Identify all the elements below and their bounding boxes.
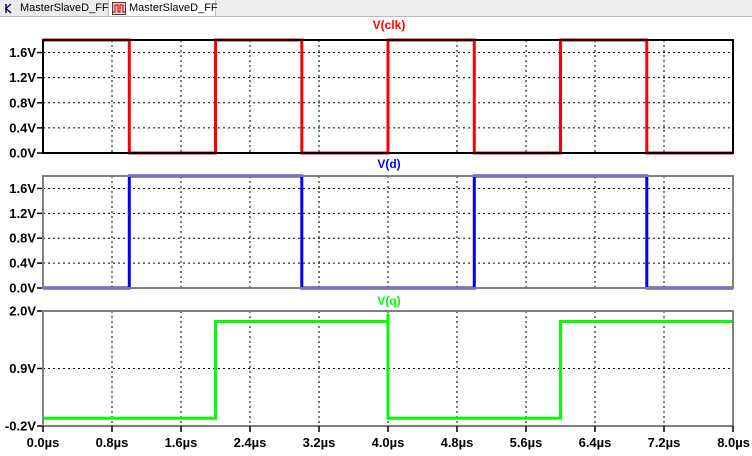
tab-bar: MasterSlaveD_FF MasterSlaveD_FF: [0, 0, 752, 17]
x-tick-label: 0.8µs: [96, 435, 129, 450]
trace-label-d[interactable]: V(d): [377, 157, 400, 171]
x-tick-label: 5.6µs: [510, 435, 543, 450]
y-tick-label: 1.2V: [9, 70, 36, 85]
x-tick-label: 6.4µs: [579, 435, 612, 450]
trace-label-q[interactable]: V(q): [377, 294, 400, 308]
y-tick-label: -0.2V: [5, 419, 36, 434]
tab-label: MasterSlaveD_FF: [129, 2, 218, 14]
y-tick-label: 0.0V: [9, 281, 36, 296]
x-axis: 0.0µs 0.8µs 1.6µs 2.4µs 3.2µs 4.0µs 4.8µs 5.6µs…: [27, 426, 750, 450]
x-tick-label: 2.4µs: [234, 435, 267, 450]
x-tick-label: 8.0µs: [717, 435, 750, 450]
x-tick-label: 4.0µs: [372, 435, 405, 450]
y-tick-label: 2.0V: [9, 304, 36, 319]
trace-clk[interactable]: [43, 38, 733, 155]
y-axis-clk: 1.6V 1.2V 0.8V 0.4V 0.0V: [9, 45, 43, 161]
waveform-icon: [112, 1, 126, 15]
x-tick-label: 7.2µs: [648, 435, 681, 450]
grid-d: [43, 176, 733, 288]
trace-label-clk[interactable]: V(clk): [373, 18, 406, 32]
y-axis-d: 1.6V 1.2V 0.8V 0.4V 0.0V: [9, 181, 43, 296]
plot-q[interactable]: V(q) 2.0V 0.9V -0.2V: [5, 294, 734, 434]
y-tick-label: 0.8V: [9, 95, 36, 110]
waveform-viewer[interactable]: V(clk) 1.6V 1.2V 0.8V 0.4V 0.0V V(d) 1.6V 1.2…: [0, 17, 752, 456]
schematic-icon: [3, 2, 17, 15]
y-tick-label: 0.4V: [9, 256, 36, 271]
y-tick-label: 1.6V: [9, 45, 36, 60]
trace-q[interactable]: [43, 313, 733, 420]
plot-clk[interactable]: V(clk) 1.6V 1.2V 0.8V 0.4V 0.0V: [9, 18, 734, 161]
x-tick-label: 4.8µs: [441, 435, 474, 450]
y-tick-label: 0.9V: [9, 361, 36, 376]
y-tick-label: 1.2V: [9, 206, 36, 221]
y-tick-label: 0.4V: [9, 120, 36, 135]
y-tick-label: 0.8V: [9, 231, 36, 246]
tab-schematic[interactable]: MasterSlaveD_FF: [0, 0, 109, 16]
x-tick-label: 3.2µs: [303, 435, 336, 450]
x-tick-label: 0.0µs: [27, 435, 60, 450]
y-axis-q: 2.0V 0.9V -0.2V: [5, 304, 43, 434]
plot-d[interactable]: V(d) 1.6V 1.2V 0.8V 0.4V 0.0V: [9, 157, 734, 296]
y-tick-label: 0.0V: [9, 146, 36, 161]
y-tick-label: 1.6V: [9, 181, 36, 196]
x-tick-label: 1.6µs: [165, 435, 198, 450]
tab-label: MasterSlaveD_FF: [20, 2, 109, 14]
tab-waveform[interactable]: MasterSlaveD_FF: [108, 0, 218, 16]
